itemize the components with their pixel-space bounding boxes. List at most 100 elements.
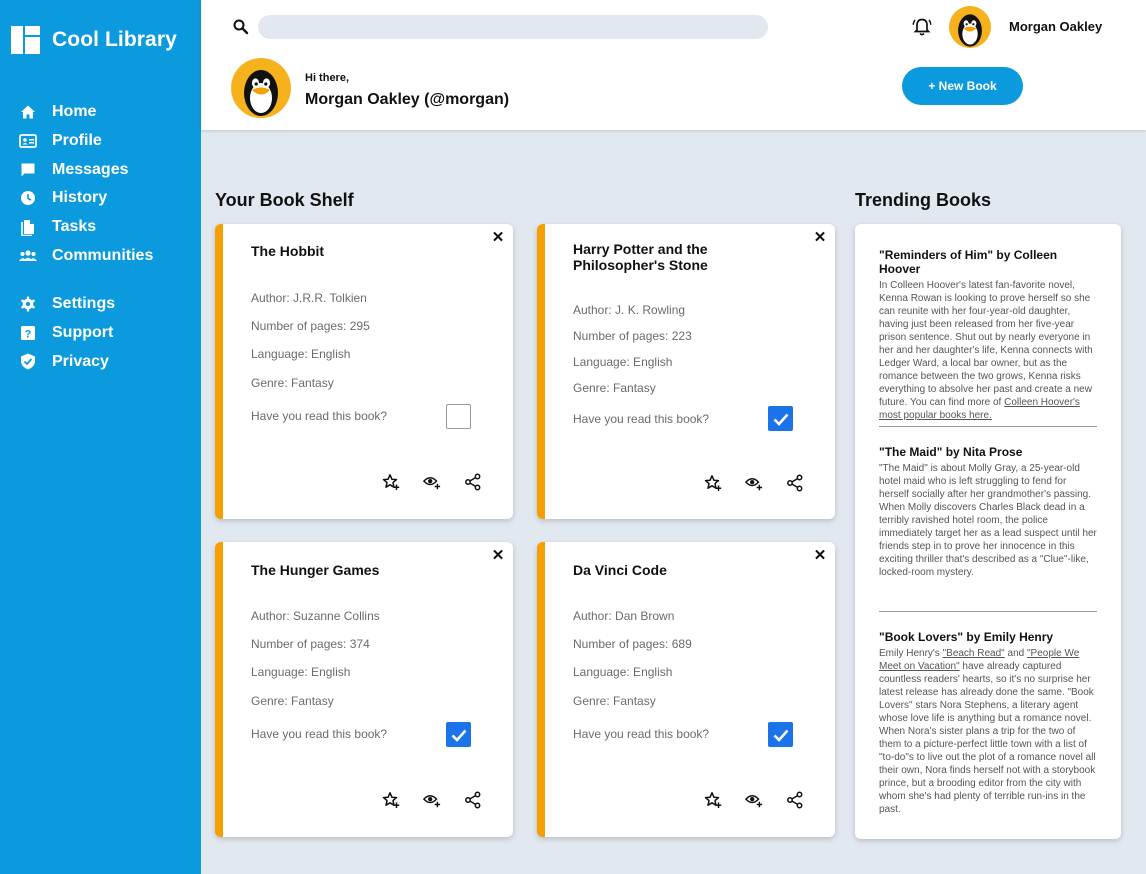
trending-body: "The Maid" is about Molly Gray, a 25-yea… — [879, 463, 1097, 578]
book-language: Language: English — [573, 665, 673, 679]
book-card: ✕ The Hunger Games Author: Suzanne Colli… — [215, 542, 513, 837]
share-icon[interactable] — [464, 473, 482, 491]
clock-icon — [19, 189, 37, 207]
card-actions — [382, 790, 482, 810]
book-card: ✕ Da Vinci Code Author: Dan Brown Number… — [537, 542, 835, 837]
book-pages: Number of pages: 295 — [251, 319, 370, 333]
user-name[interactable]: Morgan Oakley — [1009, 19, 1102, 34]
trending-body: Emily Henry's "Beach Read" and "People W… — [879, 647, 1097, 816]
sidebar: Cool Library Home Profile Messages Histo… — [0, 0, 201, 874]
avatar[interactable] — [949, 6, 991, 48]
trending-item: "Book Lovers" by Emily Henry Emily Henry… — [879, 630, 1097, 816]
profile-avatar — [231, 58, 291, 118]
trending-link[interactable]: "Beach Read" — [943, 648, 1005, 659]
divider — [879, 611, 1097, 612]
book-language: Language: English — [251, 665, 351, 679]
sidebar-item-history[interactable]: History — [0, 184, 201, 213]
book-language: Language: English — [573, 355, 673, 369]
sidebar-item-label: Messages — [52, 160, 129, 178]
sidebar-nav: Home Profile Messages History Tasks Comm… — [0, 98, 201, 376]
greeting: Hi there, — [305, 72, 350, 84]
share-icon[interactable] — [464, 791, 482, 809]
book-genre: Genre: Fantasy — [251, 694, 334, 708]
sidebar-item-tasks[interactable]: Tasks — [0, 213, 201, 242]
read-checkbox[interactable] — [446, 722, 471, 747]
book-card: ✕ Harry Potter and the Philosopher's Sto… — [537, 224, 835, 519]
card-actions — [382, 472, 482, 492]
read-question: Have you read this book? — [251, 409, 388, 423]
document-icon — [19, 218, 37, 236]
sidebar-item-profile[interactable]: Profile — [0, 127, 201, 156]
eye-add-icon[interactable] — [745, 791, 763, 809]
eye-add-icon[interactable] — [423, 791, 441, 809]
read-checkbox[interactable] — [768, 722, 793, 747]
star-add-icon[interactable] — [382, 473, 400, 491]
sidebar-item-support[interactable]: ? Support — [0, 319, 201, 348]
close-icon[interactable]: ✕ — [813, 547, 827, 564]
book-author: Author: J. K. Rowling — [573, 303, 686, 317]
book-genre: Genre: Fantasy — [251, 376, 334, 390]
book-card: ✕ The Hobbit Author: J.R.R. Tolkien Numb… — [215, 224, 513, 519]
sidebar-item-label: Support — [52, 324, 114, 342]
card-actions — [704, 790, 804, 810]
sidebar-item-label: Settings — [52, 295, 116, 313]
read-question: Have you read this book? — [573, 727, 710, 741]
book-title: The Hobbit — [251, 243, 325, 259]
brand[interactable]: Cool Library — [11, 26, 177, 54]
shield-check-icon — [19, 353, 37, 371]
greeting-name: Morgan Oakley (@morgan) — [305, 91, 510, 108]
eye-add-icon[interactable] — [423, 473, 441, 491]
book-genre: Genre: Fantasy — [573, 381, 656, 395]
sidebar-item-label: Communities — [52, 246, 154, 264]
svg-text:?: ? — [25, 329, 32, 341]
sidebar-item-home[interactable]: Home — [0, 98, 201, 127]
profile-card-icon — [19, 132, 37, 150]
shelf-title: Your Book Shelf — [215, 190, 354, 210]
close-icon[interactable]: ✕ — [491, 547, 505, 564]
sidebar-item-label: History — [52, 189, 108, 207]
book-pages: Number of pages: 689 — [573, 637, 692, 651]
book-author: Author: J.R.R. Tolkien — [251, 291, 367, 305]
checkmark-icon — [773, 413, 788, 426]
eye-add-icon[interactable] — [745, 474, 763, 492]
share-icon[interactable] — [786, 474, 804, 492]
trending-panel: "Reminders of Him" by Colleen Hoover In … — [855, 224, 1121, 839]
sidebar-item-label: Profile — [52, 132, 102, 150]
sidebar-item-communities[interactable]: Communities — [0, 241, 201, 270]
search-input[interactable] — [258, 15, 768, 39]
trending-item: "The Maid" by Nita Prose "The Maid" is a… — [879, 445, 1097, 579]
book-author: Author: Suzanne Collins — [251, 609, 380, 623]
read-checkbox[interactable] — [768, 406, 793, 431]
message-icon — [19, 161, 37, 179]
star-add-icon[interactable] — [704, 474, 722, 492]
checkmark-icon — [773, 729, 788, 742]
book-title: Harry Potter and the Philosopher's Stone — [573, 241, 708, 273]
book-title: The Hunger Games — [251, 562, 380, 578]
group-icon — [19, 247, 37, 265]
card-actions — [704, 473, 804, 493]
star-add-icon[interactable] — [382, 791, 400, 809]
star-add-icon[interactable] — [704, 791, 722, 809]
trending-item: "Reminders of Him" by Colleen Hoover In … — [879, 248, 1097, 422]
sidebar-item-settings[interactable]: Settings — [0, 290, 201, 319]
bell-icon[interactable] — [911, 16, 933, 38]
trending-title: Trending Books — [855, 190, 992, 210]
divider — [879, 426, 1097, 427]
sidebar-item-messages[interactable]: Messages — [0, 155, 201, 184]
new-book-button[interactable]: + New Book — [902, 67, 1023, 105]
share-icon[interactable] — [786, 791, 804, 809]
read-question: Have you read this book? — [573, 412, 710, 426]
trending-text: Emily Henry's — [879, 648, 943, 659]
header: Morgan Oakley Hi there, Morgan Oakley (@… — [201, 0, 1146, 130]
sidebar-item-label: Privacy — [52, 352, 109, 370]
book-title: Da Vinci Code — [573, 562, 667, 578]
sidebar-item-privacy[interactable]: Privacy — [0, 348, 201, 377]
gear-icon — [19, 295, 37, 313]
read-checkbox[interactable] — [446, 404, 471, 429]
trending-heading: "Reminders of Him" by Colleen Hoover — [879, 248, 1058, 276]
search-icon[interactable] — [232, 18, 250, 36]
dashboard-logo-icon — [11, 26, 40, 54]
close-icon[interactable]: ✕ — [491, 229, 505, 246]
close-icon[interactable]: ✕ — [813, 229, 827, 246]
checkmark-icon — [451, 729, 466, 742]
